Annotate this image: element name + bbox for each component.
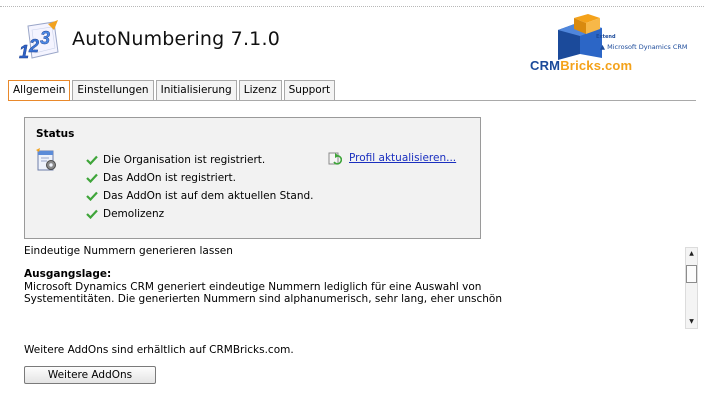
- scroll-thumb[interactable]: [686, 265, 697, 283]
- brand-product-text: ▲ Microsoft Dynamics CRM: [600, 43, 688, 51]
- status-panel: Status Die Organisation ist registriert.…: [24, 117, 481, 239]
- description-line: Systementitäten. Die generierten Nummern…: [24, 292, 502, 305]
- tab-einstellungen[interactable]: Einstellungen: [72, 80, 154, 100]
- description-text-area: Eindeutige Nummern generieren lassen Aus…: [24, 245, 679, 325]
- scroll-up-arrow-icon[interactable]: ▲: [686, 248, 697, 260]
- settings-document-icon: [36, 148, 58, 172]
- status-item: Demolizenz: [86, 205, 313, 223]
- top-dotted-border: [0, 6, 704, 7]
- status-item: Das AddOn ist registriert.: [86, 169, 313, 187]
- status-item-label: Das AddOn ist auf dem aktuellen Stand.: [103, 190, 314, 202]
- tab-lizenz[interactable]: Lizenz: [238, 80, 282, 100]
- svg-text:3: 3: [40, 28, 50, 48]
- app-logo-icon: 1 2 3: [18, 20, 62, 62]
- refresh-profile-label: Profil aktualisieren...: [349, 152, 457, 164]
- status-list: Die Organisation ist registriert. Das Ad…: [86, 151, 313, 223]
- app-title: AutoNumbering 7.1.0: [72, 28, 281, 50]
- description-line: Microsoft Dynamics CRM generiert eindeut…: [24, 280, 482, 293]
- status-item-label: Die Organisation ist registriert.: [103, 154, 266, 166]
- tab-bar: Allgemein Einstellungen Initialisierung …: [8, 80, 337, 101]
- description-scrollbar[interactable]: ▲ ▼: [685, 247, 698, 329]
- tab-divider: [8, 100, 696, 101]
- check-icon: [86, 155, 98, 165]
- check-icon: [86, 173, 98, 183]
- scroll-down-arrow-icon[interactable]: ▼: [686, 316, 697, 328]
- svg-text:2: 2: [28, 36, 39, 56]
- check-icon: [86, 209, 98, 219]
- description-heading: Ausgangslage:: [24, 268, 112, 281]
- tab-allgemein[interactable]: Allgemein: [8, 80, 71, 101]
- more-addons-text: Weitere AddOns sind erhältlich auf CRMBr…: [24, 344, 294, 356]
- svg-text:1: 1: [19, 42, 29, 62]
- status-item-label: Demolizenz: [103, 208, 165, 220]
- status-item: Die Organisation ist registriert.: [86, 151, 313, 169]
- brand-extend-text: Extend: [596, 34, 616, 40]
- tab-support[interactable]: Support: [283, 80, 336, 100]
- status-item-label: Das AddOn ist registriert.: [103, 172, 236, 184]
- refresh-profile-link[interactable]: Profil aktualisieren...: [328, 151, 456, 165]
- status-item: Das AddOn ist auf dem aktuellen Stand.: [86, 187, 313, 205]
- more-addons-button[interactable]: Weitere AddOns: [24, 366, 156, 384]
- tab-initialisierung[interactable]: Initialisierung: [155, 80, 237, 100]
- brand-wordmark: CRMBricks.com: [530, 58, 633, 73]
- refresh-profile-icon: [328, 152, 342, 165]
- crmbricks-logo: Extend ▲ Microsoft Dynamics CRM CRMBrick…: [530, 14, 690, 73]
- status-title: Status: [36, 128, 75, 140]
- description-intro: Eindeutige Nummern generieren lassen: [24, 245, 233, 257]
- check-icon: [86, 191, 98, 201]
